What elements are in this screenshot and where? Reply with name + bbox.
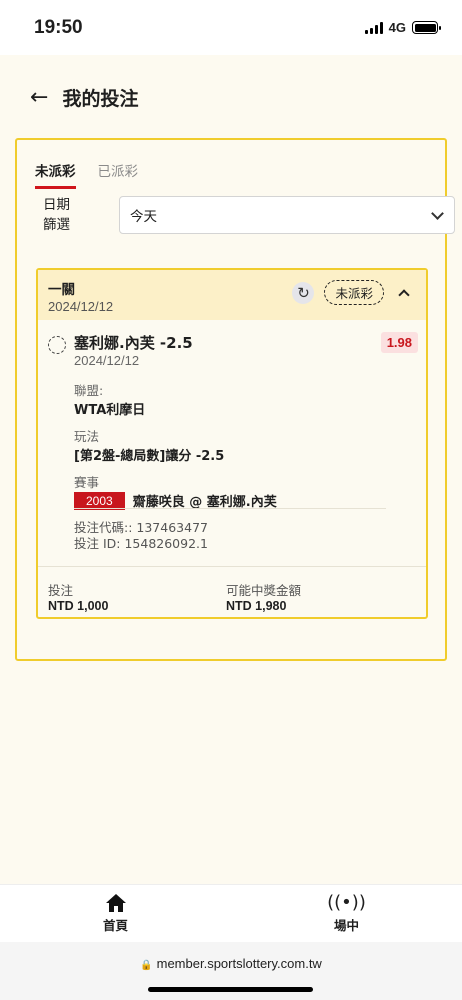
home-indicator[interactable]	[148, 987, 313, 992]
tab-unsettled[interactable]: 未派彩	[35, 160, 76, 189]
bet-amounts: 投注 NTD 1,000 可能中獎金額 NTD 1,980	[48, 580, 418, 613]
page-header: ← 我的投注	[0, 55, 462, 140]
league-value: WTA利摩日	[74, 403, 146, 418]
my-bets-panel: 未派彩 已派彩 日期 篩選 今天 一關 2024/12/12 ↻ 未派彩 塞利娜…	[15, 138, 455, 661]
market-value: [第2盤-總局數]讓分 -2.5	[74, 449, 225, 464]
odds-badge: 1.98	[380, 332, 418, 353]
nav-live[interactable]: ((•)) 場中	[231, 885, 462, 942]
url-text: member.sportslottery.com.tw	[156, 956, 322, 971]
network-type: 4G	[388, 20, 406, 35]
nav-live-label: 場中	[333, 918, 359, 933]
divider	[74, 508, 386, 509]
stake-label: 投注	[48, 583, 74, 598]
date-filter-label: 日期 篩選	[43, 195, 83, 235]
bet-details: 聯盟: WTA利摩日 玩法 [第2盤-總局數]讓分 -2.5 賽事 2003 齋…	[74, 380, 418, 510]
page-title: 我的投注	[62, 88, 139, 110]
pending-status-icon	[48, 336, 66, 354]
selection-date: 2024/12/12	[74, 353, 140, 368]
event-code-badge: 2003	[74, 491, 125, 510]
nav-home-label: 首頁	[102, 918, 128, 933]
date-select[interactable]: 今天	[119, 196, 455, 234]
market-label: 玩法	[74, 429, 100, 444]
browser-url-bar[interactable]: 🔒 member.sportslottery.com.tw	[0, 942, 462, 1000]
status-time: 19:50	[34, 16, 83, 38]
refresh-icon[interactable]: ↻	[292, 281, 315, 304]
league-label: 聯盟:	[74, 383, 104, 398]
bet-card: 一關 2024/12/12 ↻ 未派彩 塞利娜.內芙 -2.5 2024/12/…	[36, 268, 428, 619]
selection-name: 塞利娜.內芙 -2.5	[74, 334, 193, 352]
bet-codes: 投注代碼:: 137463477 投注 ID: 154826092.1	[74, 520, 208, 552]
live-broadcast-icon: ((•))	[327, 892, 366, 913]
status-bar: 19:50 4G	[0, 0, 462, 55]
back-arrow-icon[interactable]: ←	[30, 86, 48, 109]
payout-column: 可能中獎金額 NTD 1,980	[226, 580, 404, 613]
status-indicators: 4G	[364, 20, 441, 35]
date-filter-label-line1: 日期	[43, 197, 70, 213]
date-filter-label-line2: 篩選	[43, 217, 70, 233]
home-icon	[105, 894, 126, 912]
stake-column: 投注 NTD 1,000	[48, 580, 226, 613]
chevron-down-icon	[431, 206, 444, 220]
tab-settled[interactable]: 已派彩	[98, 160, 139, 189]
date-select-value: 今天	[130, 209, 157, 225]
bet-id: 投注 ID: 154826092.1	[74, 536, 208, 551]
event-label: 賽事	[74, 475, 100, 490]
signal-icon	[364, 21, 383, 34]
bottom-nav: 首頁 ((•)) 場中	[0, 884, 462, 942]
battery-icon	[412, 21, 441, 34]
bet-header-actions: ↻ 未派彩	[292, 280, 412, 305]
nav-home[interactable]: 首頁	[0, 885, 231, 942]
lock-icon: 🔒	[140, 960, 153, 971]
bet-code: 投注代碼:: 137463477	[74, 520, 208, 535]
bet-selection: 塞利娜.內芙 -2.5 2024/12/12 1.98 聯盟: WTA利摩日 玩…	[48, 332, 418, 510]
chevron-up-icon[interactable]	[398, 288, 410, 301]
status-badge: 未派彩	[324, 280, 384, 305]
bet-status-tabs: 未派彩 已派彩	[35, 160, 138, 189]
payout-label: 可能中獎金額	[226, 583, 302, 598]
url-display: 🔒 member.sportslottery.com.tw	[0, 956, 462, 971]
payout-value: NTD 1,980	[226, 599, 287, 613]
divider	[38, 566, 426, 567]
date-filter: 日期 篩選 今天	[43, 195, 455, 235]
stake-value: NTD 1,000	[48, 599, 109, 613]
bet-card-header[interactable]: 一關 2024/12/12 ↻ 未派彩	[38, 270, 426, 320]
